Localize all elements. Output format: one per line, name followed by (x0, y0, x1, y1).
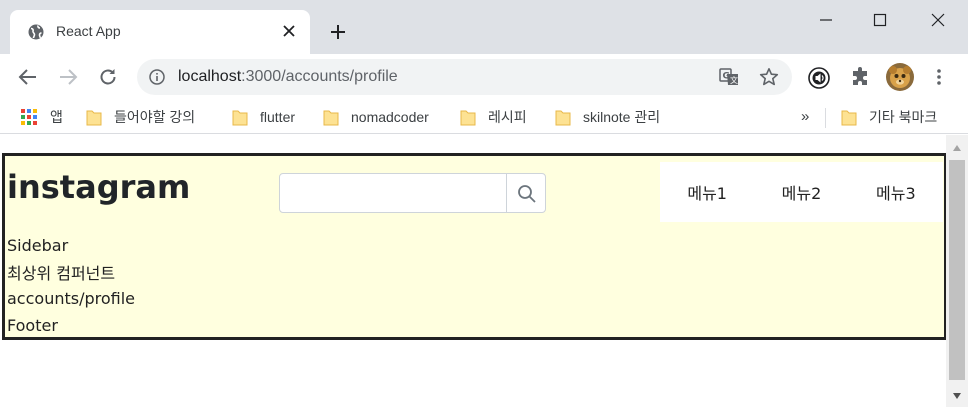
bookmarks-bar: 앱 들어야할 강의 flutter nomadcoder 레시피 skilnot… (0, 100, 968, 134)
bookmark-label: 들어야할 강의 (114, 109, 196, 125)
sidebar-text: Sidebar (7, 236, 69, 255)
folder-icon (232, 110, 248, 126)
translate-icon[interactable]: G 文 (719, 68, 739, 86)
tab-strip: React App (0, 0, 968, 54)
folder-icon (841, 110, 857, 126)
bookmark-label: flutter (260, 109, 296, 125)
more-options-icon[interactable] (932, 67, 946, 87)
reload-icon[interactable] (97, 66, 119, 88)
minimize-icon[interactable] (812, 8, 840, 32)
route-text: accounts/profile (7, 289, 136, 308)
app-container: instagram 메뉴1 메뉴2 메뉴3 Sidebar 최상위 컴퍼넌트 a… (2, 153, 947, 340)
top-menu: 메뉴1 메뉴2 메뉴3 (660, 162, 943, 222)
window-close-icon[interactable] (924, 8, 952, 32)
bookmark-star-icon[interactable] (759, 67, 779, 87)
page-viewport: instagram 메뉴1 메뉴2 메뉴3 Sidebar 최상위 컴퍼넌트 a… (0, 135, 968, 407)
bookmark-apps[interactable]: 앱 (20, 107, 63, 127)
scroll-down-arrow-icon[interactable] (952, 392, 962, 400)
top-component-text: 최상위 컴퍼넌트 (7, 264, 116, 283)
svg-text:文: 文 (730, 75, 738, 85)
bookmark-folder[interactable]: 들어야할 강의 (86, 107, 195, 127)
bookmarks-divider (825, 108, 826, 128)
folder-icon (323, 110, 339, 126)
bookmark-folder[interactable]: skilnote 관리 (555, 107, 660, 127)
bookmark-label: 레시피 (488, 109, 527, 125)
browser-toolbar: localhost:3000/accounts/profile G 文 (0, 54, 968, 100)
folder-icon (555, 110, 571, 126)
folder-icon (86, 110, 102, 126)
search-button[interactable] (506, 173, 546, 213)
bookmark-label: nomadcoder (351, 109, 429, 125)
apps-grid-icon (21, 109, 37, 125)
search-group (279, 173, 546, 213)
maximize-icon[interactable] (866, 8, 894, 32)
bookmark-folder[interactable]: 레시피 (460, 107, 527, 127)
search-input[interactable] (279, 173, 507, 213)
folder-icon (460, 110, 476, 126)
bookmark-folder[interactable]: flutter (232, 107, 295, 127)
menu-item-1[interactable]: 메뉴1 (679, 176, 735, 208)
scroll-up-arrow-icon[interactable] (952, 144, 962, 152)
bookmark-label: skilnote 관리 (583, 109, 661, 125)
bookmark-other-folder[interactable]: 기타 북마크 (841, 107, 937, 127)
footer-text: Footer (7, 316, 58, 335)
bookmarks-overflow-button[interactable]: » (801, 108, 809, 125)
close-icon[interactable] (281, 23, 297, 39)
plus-icon[interactable] (329, 23, 347, 41)
address-bar[interactable]: localhost:3000/accounts/profile G 文 (137, 59, 792, 95)
menu-item-2[interactable]: 메뉴2 (774, 176, 830, 208)
browser-tab[interactable]: React App (10, 10, 310, 54)
bookmark-folder[interactable]: nomadcoder (323, 107, 429, 127)
page-logo[interactable]: instagram (7, 168, 190, 206)
scrollbar-thumb[interactable] (949, 160, 965, 380)
search-icon (518, 185, 536, 203)
profile-avatar[interactable] (886, 63, 914, 91)
globe-icon (28, 24, 44, 40)
url-text[interactable]: localhost:3000/accounts/profile (178, 68, 398, 86)
audio-extension-icon[interactable] (808, 67, 830, 89)
bookmark-label: 기타 북마크 (869, 109, 938, 125)
bookmark-label: 앱 (50, 109, 63, 125)
menu-item-3[interactable]: 메뉴3 (868, 176, 924, 208)
vertical-scrollbar[interactable] (946, 135, 968, 407)
tab-title: React App (56, 23, 121, 39)
url-path: :3000/accounts/profile (241, 68, 398, 85)
extensions-puzzle-icon[interactable] (849, 67, 871, 89)
avatar-image (886, 63, 914, 91)
url-host: localhost (178, 68, 242, 85)
info-icon[interactable] (149, 69, 165, 85)
forward-arrow-icon[interactable] (57, 66, 79, 88)
back-arrow-icon[interactable] (17, 66, 39, 88)
